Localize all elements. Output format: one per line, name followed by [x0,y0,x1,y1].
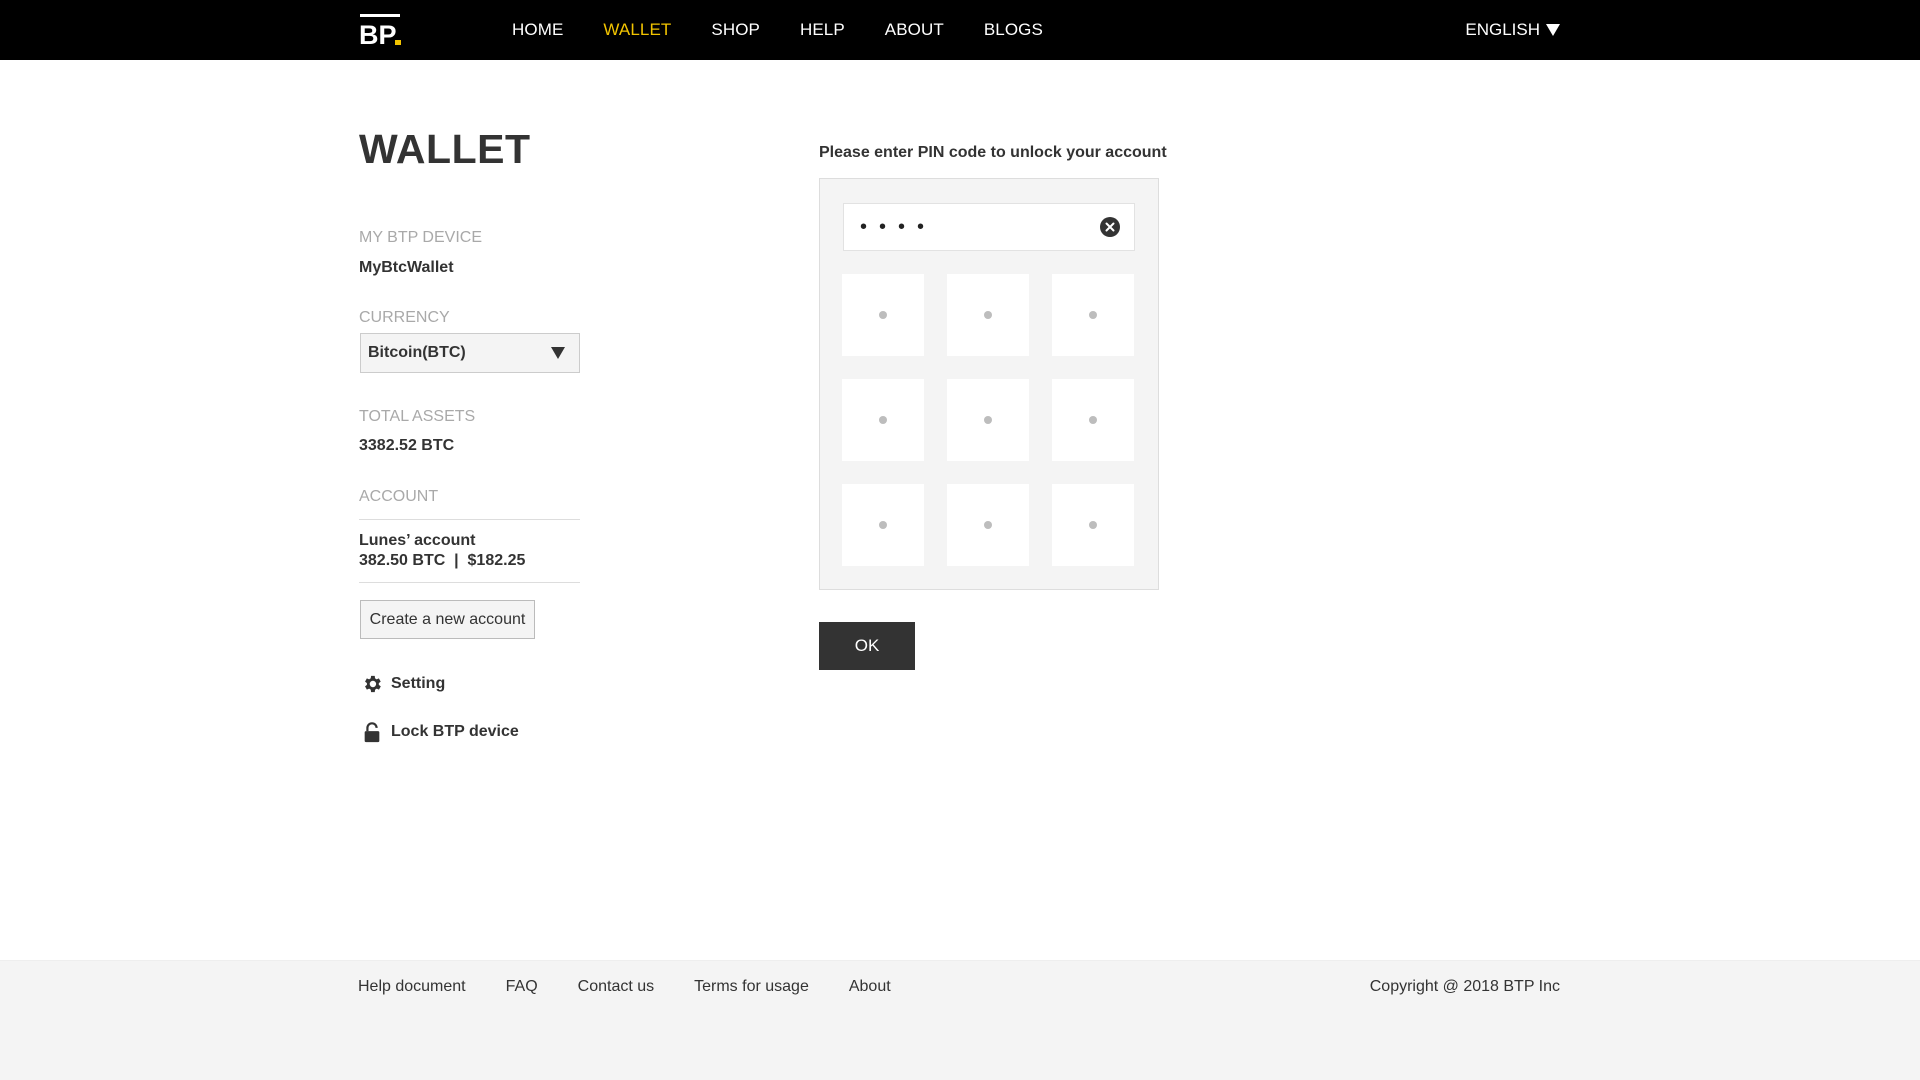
dot-icon [1089,311,1097,319]
divider [359,582,580,583]
total-assets-value: 3382.52 BTC [359,437,455,454]
create-account-button[interactable]: Create a new account [360,600,535,639]
lock-device-label: Lock BTP device [391,723,519,740]
nav-wallet[interactable]: WALLET [603,20,671,40]
dot-icon [984,311,992,319]
currency-value: Bitcoin(BTC) [368,344,466,361]
language-selector[interactable]: ENGLISH [1465,0,1560,60]
divider [359,519,580,520]
pin-key[interactable] [1052,379,1134,461]
device-section-label: MY BTP DEVICE [359,229,482,246]
footer-link-help-document[interactable]: Help document [358,978,466,996]
footer-link-terms[interactable]: Terms for usage [694,978,809,996]
lock-device-link[interactable]: Lock BTP device [361,721,519,743]
ok-button[interactable]: OK [819,622,915,670]
gear-icon [361,673,383,695]
currency-select[interactable]: Bitcoin(BTC) [360,333,580,373]
account-section-label: ACCOUNT [359,488,439,505]
copyright: Copyright @ 2018 BTP Inc [1369,978,1560,995]
nav-shop[interactable]: SHOP [711,20,760,40]
dot-icon [1089,521,1097,529]
nav-blogs[interactable]: BLOGS [984,20,1043,40]
pin-key[interactable] [1052,484,1134,566]
footer-links: Help document FAQ Contact us Terms for u… [358,978,931,996]
footer-link-contact-us[interactable]: Contact us [578,978,654,996]
chevron-down-icon [551,347,565,359]
pin-masked-value: •••• [860,215,937,238]
assets-section-label: TOTAL ASSETS [359,408,476,425]
close-circle-icon[interactable] [1100,217,1120,237]
main-nav: HOME WALLET SHOP HELP ABOUT BLOGS [512,0,1083,60]
setting-link[interactable]: Setting [361,673,445,695]
nav-home[interactable]: HOME [512,20,563,40]
pin-key[interactable] [1052,274,1134,356]
nav-help[interactable]: HELP [800,20,845,40]
dot-icon [879,416,887,424]
pin-key[interactable] [947,274,1029,356]
svg-text:BP: BP [359,20,397,48]
pin-prompt: Please enter PIN code to unlock your acc… [819,144,1167,161]
setting-label: Setting [391,675,446,692]
pin-key[interactable] [947,484,1029,566]
chevron-down-icon [1546,24,1560,36]
pin-key[interactable] [842,484,924,566]
pin-panel: •••• [819,178,1159,590]
dot-icon [984,416,992,424]
pin-key[interactable] [842,379,924,461]
account-name[interactable]: Lunes’ account [359,532,475,550]
dot-icon [1089,416,1097,424]
pin-key[interactable] [842,274,924,356]
top-navigation-bar: BP HOME WALLET SHOP HELP ABOUT BLOGS ENG… [0,0,1920,60]
dot-icon [984,521,992,529]
language-label: ENGLISH [1465,20,1540,39]
dot-icon [879,311,887,319]
nav-about[interactable]: ABOUT [885,20,944,40]
footer-link-about[interactable]: About [849,978,891,996]
currency-section-label: CURRENCY [359,309,450,326]
dot-icon [879,521,887,529]
lock-icon [361,721,383,743]
pin-keypad [842,274,1138,566]
page-title: WALLET [359,126,531,172]
footer: Help document FAQ Contact us Terms for u… [0,960,1920,1080]
footer-link-faq[interactable]: FAQ [506,978,538,996]
pin-key[interactable] [947,379,1029,461]
device-name: MyBtcWallet [359,259,454,276]
account-balance: 382.50 BTC | $182.25 [359,552,526,569]
pin-input[interactable]: •••• [843,203,1135,251]
btp-logo[interactable]: BP [358,12,406,50]
